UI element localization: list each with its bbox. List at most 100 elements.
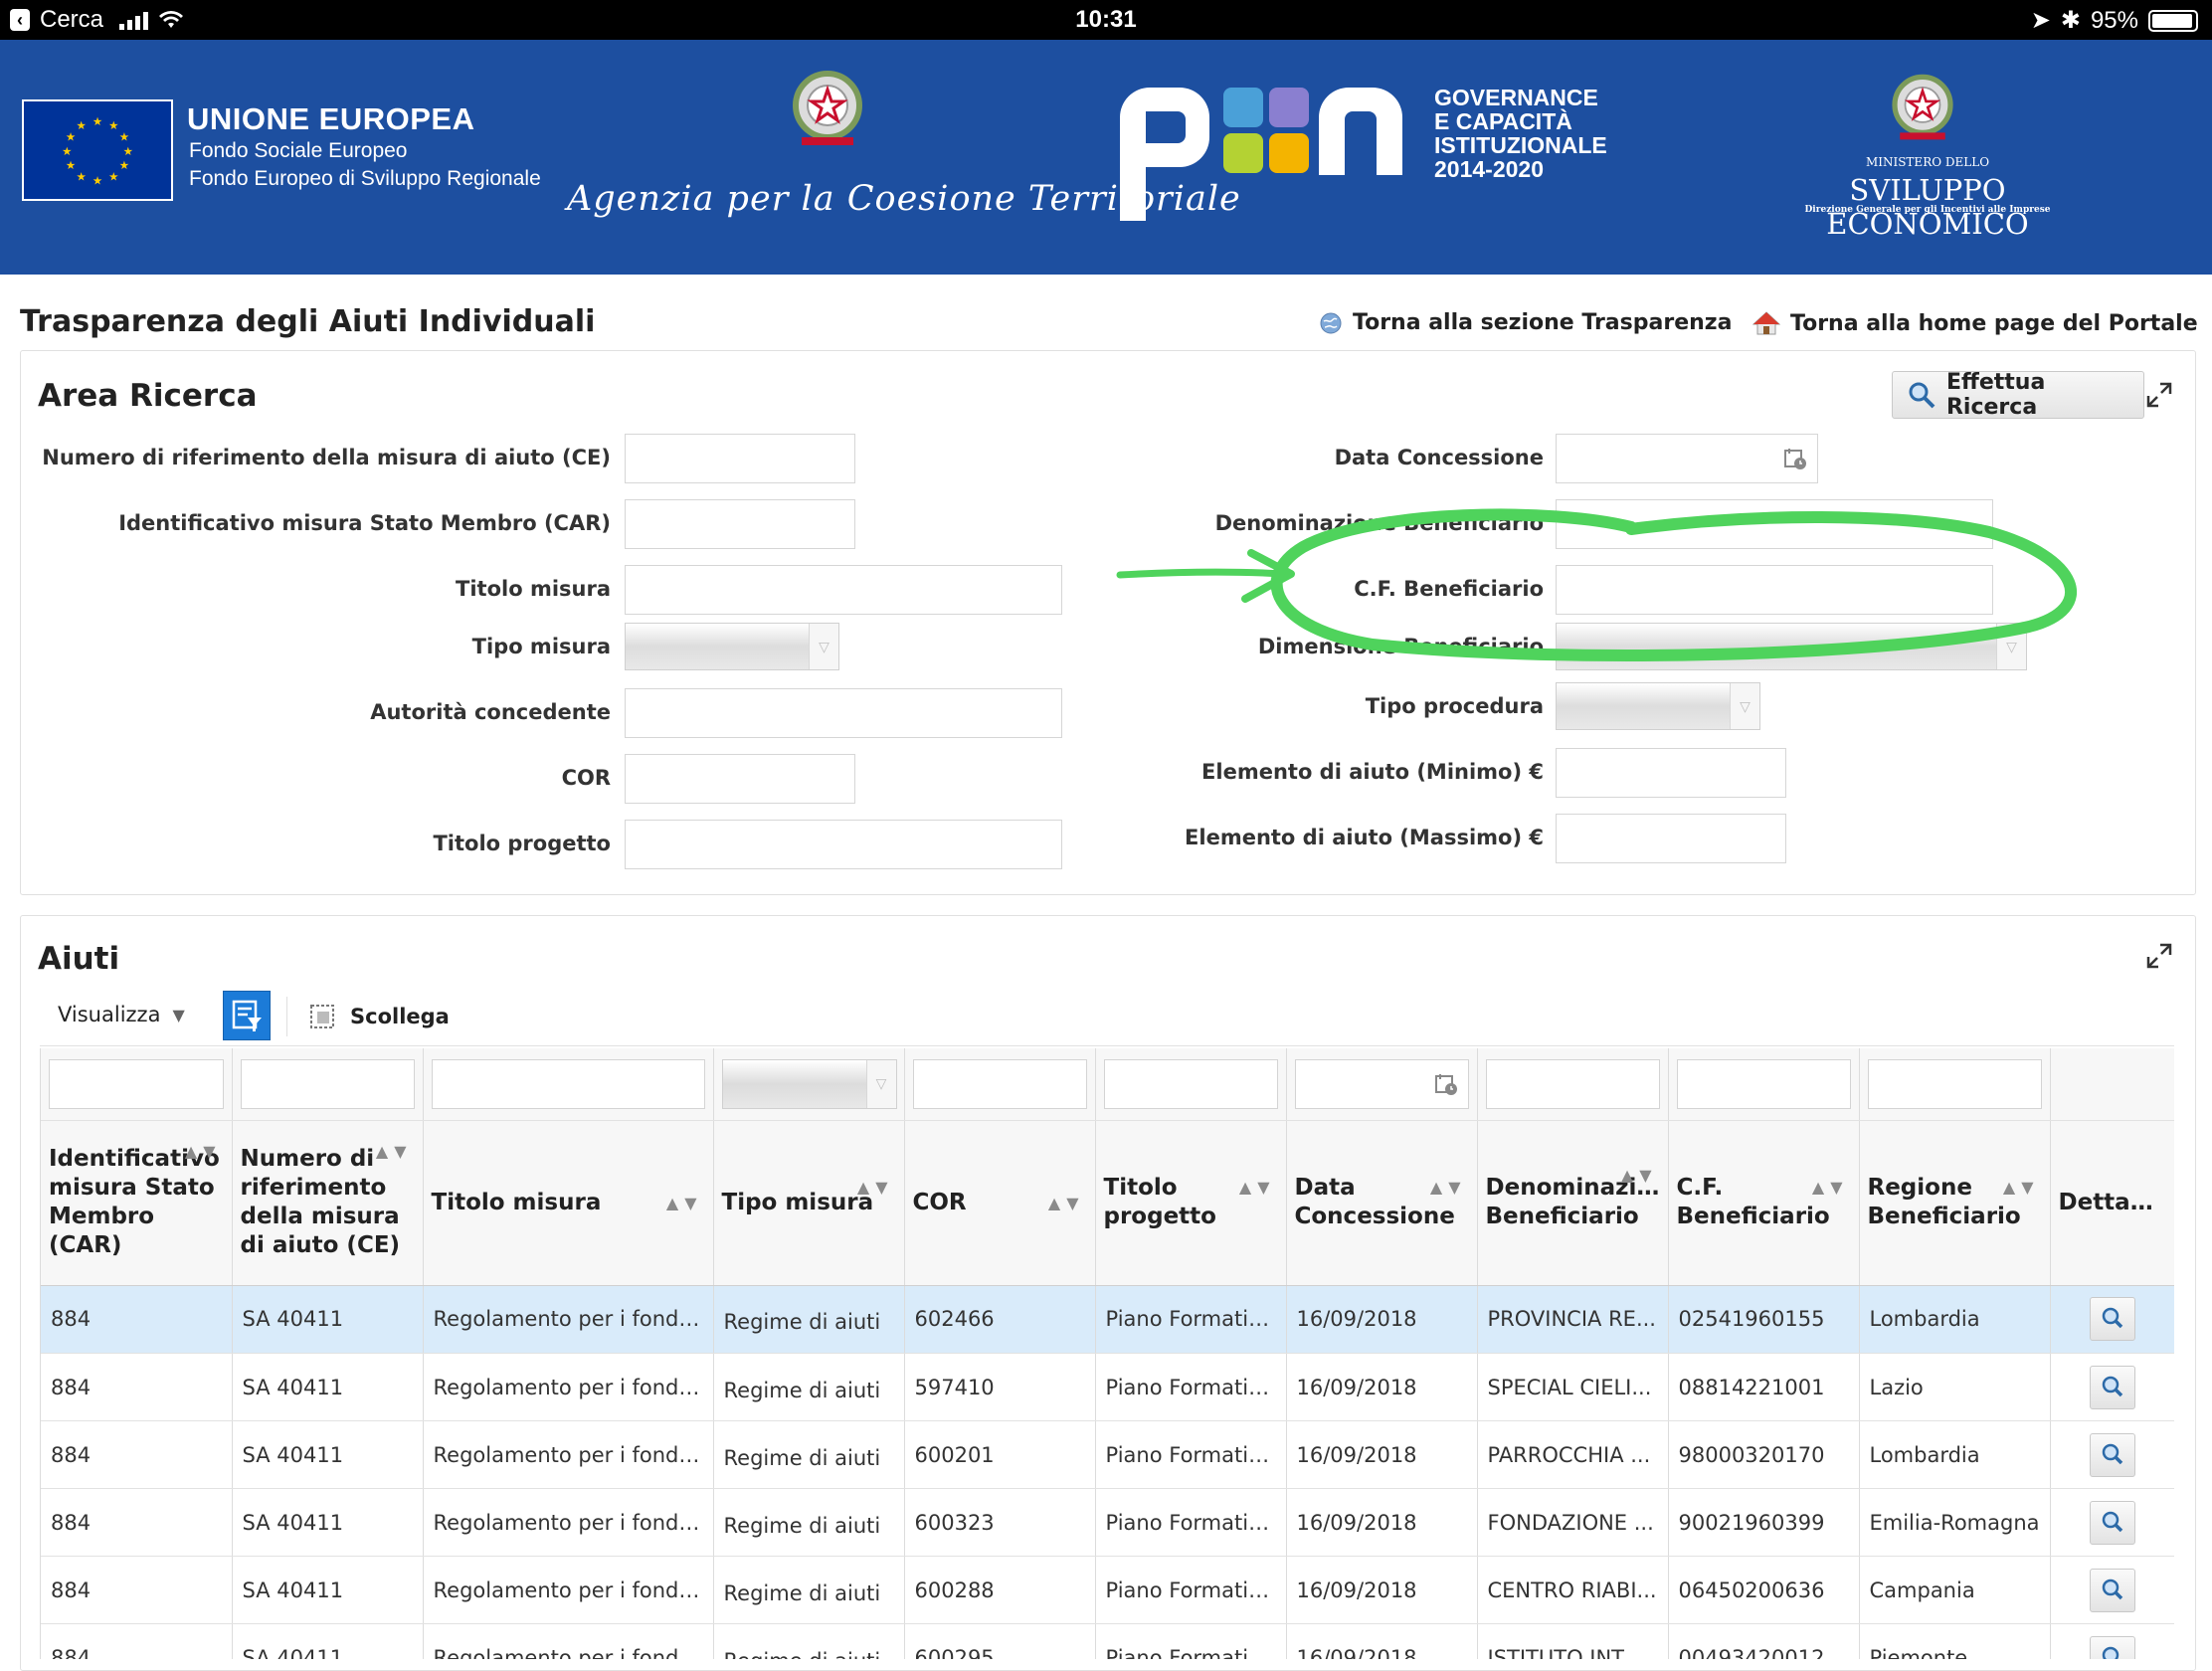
eu-subtitle-1: Fondo Sociale Europeo xyxy=(189,139,408,162)
col-header-ce[interactable]: ▲▼ Numero di riferimento della misura di … xyxy=(232,1120,424,1286)
table-row[interactable]: 884SA 40411Regolamento per i fondi...Reg… xyxy=(41,1353,2174,1421)
sort-icon[interactable]: ▲▼ xyxy=(1812,1173,1849,1202)
autorita-input[interactable] xyxy=(625,688,1062,738)
sort-icon[interactable]: ▲▼ xyxy=(1239,1173,1276,1202)
sort-icon[interactable]: ▲▼ xyxy=(1621,1161,1658,1190)
tipo-procedura-select[interactable]: ▽ xyxy=(1556,682,1760,730)
visualizza-menu[interactable]: Visualizza ▼ xyxy=(58,1003,185,1026)
calendar-icon[interactable] xyxy=(1434,1072,1458,1096)
titolo-misura-input[interactable] xyxy=(625,565,1062,615)
home-icon xyxy=(1752,311,1780,335)
scollega-button[interactable]: Scollega xyxy=(308,1003,450,1030)
col-header-denominazione[interactable]: ▲▼ Denominazione Beneficiario xyxy=(1477,1120,1669,1286)
filter-tipo-misura-select[interactable]: ▽ xyxy=(721,1058,897,1109)
search-button[interactable]: Effettua Ricerca xyxy=(1892,370,2144,420)
elemento-massimo-input[interactable] xyxy=(1556,814,1786,863)
dettaglio-button[interactable] xyxy=(2090,1568,2135,1612)
sort-icon[interactable]: ▲▼ xyxy=(2003,1173,2040,1202)
svg-text:★: ★ xyxy=(119,129,129,143)
table-cell: SA 40411 xyxy=(232,1488,424,1557)
col-header-regione[interactable]: ▲▼ Regione Beneficiario xyxy=(1859,1120,2051,1286)
search-button-label[interactable]: Effettua Ricerca xyxy=(1946,370,2143,420)
col-header-titolo-progetto[interactable]: ▲▼ Titolo progetto xyxy=(1095,1120,1287,1286)
filter-cor-input[interactable] xyxy=(912,1058,1087,1109)
table-cell: 16/09/2018 xyxy=(1286,1556,1478,1624)
denominazione-input[interactable] xyxy=(1556,499,1993,549)
header-banner: ★ ★ ★ ★ ★ ★ ★ ★ ★ ★ ★ ★ UNIONE EUROPEA Fondo Social… xyxy=(0,40,2212,275)
sort-icon[interactable]: ▲▼ xyxy=(857,1173,894,1202)
table-cell: 884 xyxy=(41,1353,233,1421)
dettaglio-cell xyxy=(2050,1488,2174,1557)
filter-titolo-misura-input[interactable] xyxy=(431,1058,705,1109)
col-header-tipo-misura[interactable]: ▲▼ Tipo misura xyxy=(713,1120,905,1286)
dettaglio-button[interactable] xyxy=(2090,1635,2135,1659)
link-trasparenza-label[interactable]: Torna alla sezione Trasparenza xyxy=(1353,310,1732,335)
magnifier-icon xyxy=(1909,382,1936,409)
elemento-minimo-input[interactable] xyxy=(1556,748,1786,798)
col-header-cor[interactable]: ▲▼ COR xyxy=(904,1120,1096,1286)
dettaglio-button[interactable] xyxy=(2090,1500,2135,1545)
dettaglio-button[interactable] xyxy=(2090,1297,2135,1342)
link-home-label[interactable]: Torna alla home page del Portale xyxy=(1790,311,2198,336)
expand-icon[interactable] xyxy=(2146,382,2172,408)
col-header-data[interactable]: ▲▼ Data Concessione xyxy=(1286,1120,1478,1286)
titolo-progetto-input[interactable] xyxy=(625,820,1062,869)
tipo-misura-select[interactable]: ▽ xyxy=(625,623,839,670)
col-header-titolo-misura[interactable]: ▲▼ Titolo misura xyxy=(423,1120,714,1286)
filter-cell xyxy=(1286,1048,1478,1121)
sort-icon[interactable]: ▲▼ xyxy=(666,1189,703,1217)
cf-beneficiario-input[interactable] xyxy=(1556,565,1993,615)
expand-icon[interactable] xyxy=(2146,943,2172,969)
eu-flag-icon: ★ ★★★★★★★★★★★ xyxy=(22,99,173,201)
col-header-cf[interactable]: ▲▼ C.F. Beneficiario xyxy=(1668,1120,1860,1286)
caret-down-icon: ▼ xyxy=(172,1005,185,1024)
table-row[interactable]: 884SA 40411Regolamento per i fondi...Reg… xyxy=(41,1285,2174,1354)
table-cell: 16/09/2018 xyxy=(1286,1353,1478,1421)
table-row[interactable]: 884SA 40411Regolamento per i fondi...Reg… xyxy=(41,1488,2174,1557)
filter-data-input[interactable] xyxy=(1294,1058,1469,1109)
filter-denominazione-input[interactable] xyxy=(1485,1058,1660,1109)
sort-icon[interactable]: ▲▼ xyxy=(185,1137,222,1166)
header-row: ▲▼ Identificativo misura Stato Membro (CA… xyxy=(41,1120,2174,1286)
svg-text:★: ★ xyxy=(66,129,76,143)
filter-car-input[interactable] xyxy=(49,1058,224,1109)
table-cell: 98000320170 xyxy=(1668,1420,1860,1489)
dettaglio-button[interactable] xyxy=(2090,1432,2135,1477)
cor-input[interactable] xyxy=(625,754,855,804)
table-row[interactable]: 884SA 40411Regolamento per i fondi...Reg… xyxy=(41,1623,2174,1659)
car-input[interactable] xyxy=(625,499,855,549)
scollega-label[interactable]: Scollega xyxy=(350,1005,450,1028)
label-titolo-progetto: Titolo progetto xyxy=(433,832,611,855)
table-cell: PROVINCIA RE... xyxy=(1477,1285,1669,1354)
filter-ce-input[interactable] xyxy=(240,1058,415,1109)
filter-cell xyxy=(1095,1048,1287,1121)
link-trasparenza[interactable]: Torna alla sezione Trasparenza xyxy=(1319,310,1732,335)
table-row[interactable]: 884SA 40411Regolamento per i fondi...Reg… xyxy=(41,1556,2174,1624)
data-concessione-input[interactable] xyxy=(1556,434,1818,483)
table-cell: Emilia-Romagna xyxy=(1859,1488,2051,1557)
sort-icon[interactable]: ▲▼ xyxy=(376,1137,413,1166)
table-cell: Piano Formativ... xyxy=(1095,1488,1287,1557)
visualizza-label[interactable]: Visualizza xyxy=(58,1003,160,1026)
link-home[interactable]: Torna alla home page del Portale xyxy=(1752,310,2198,336)
table-cell: 600288 xyxy=(904,1556,1096,1624)
col-header-car[interactable]: ▲▼ Identificativo misura Stato Membro (CA… xyxy=(41,1120,233,1286)
filter-cf-input[interactable] xyxy=(1676,1058,1851,1109)
table-cell: SA 40411 xyxy=(232,1285,424,1354)
sort-icon[interactable]: ▲▼ xyxy=(1048,1189,1085,1217)
table-cell: Piano Formativ... xyxy=(1095,1556,1287,1624)
filter-regione-input[interactable] xyxy=(1867,1058,2042,1109)
numero-ce-input[interactable] xyxy=(625,434,855,483)
sort-icon[interactable]: ▲▼ xyxy=(1430,1173,1467,1202)
calendar-icon[interactable] xyxy=(1783,447,1807,470)
filter-cell xyxy=(1477,1048,1669,1121)
col-header-label: Titolo progetto xyxy=(1103,1175,1216,1229)
label-elemento-massimo: Elemento di aiuto (Massimo) € xyxy=(1185,826,1544,849)
filter-titolo-progetto-input[interactable] xyxy=(1103,1058,1278,1109)
dettaglio-button[interactable] xyxy=(2090,1365,2135,1409)
table-row[interactable]: 884SA 40411Regolamento per i fondi...Reg… xyxy=(41,1420,2174,1489)
dimensione-select[interactable]: ▽ xyxy=(1556,623,2027,670)
svg-text:★: ★ xyxy=(108,170,118,184)
filter-toggle-button[interactable] xyxy=(223,991,271,1040)
label-car: Identificativo misura Stato Membro (CAR) xyxy=(118,511,611,535)
